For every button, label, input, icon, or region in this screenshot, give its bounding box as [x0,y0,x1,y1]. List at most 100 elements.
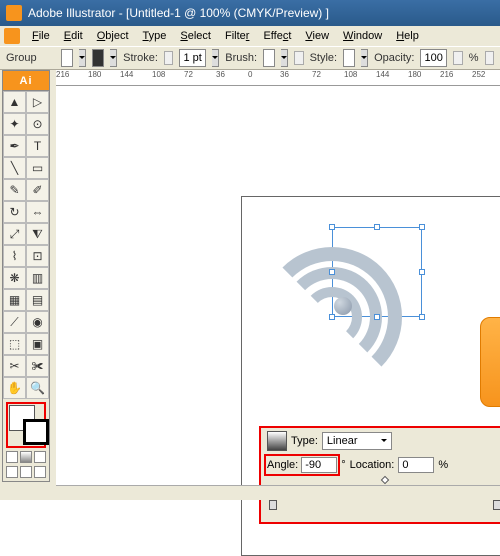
brush-dropdown[interactable] [281,49,288,67]
opacity-value[interactable]: 100 [420,49,447,67]
handle-tl[interactable] [329,224,335,230]
gradient-stop-left[interactable] [269,500,277,510]
gradient-stop-right[interactable] [493,500,500,510]
canvas-area[interactable]: Type: Linear Angle: -90 ° Location: 0 % [56,86,500,500]
angle-label: Angle: [267,459,298,471]
blend-tool[interactable]: ◉ [26,311,49,333]
menu-edit[interactable]: Edit [58,28,89,44]
stroke-box[interactable] [23,419,49,445]
stroke-pt-dropdown[interactable] [212,49,219,67]
handle-bm[interactable] [374,314,380,320]
gradient-mode-btn[interactable] [20,451,32,463]
menu-window[interactable]: Window [337,28,388,44]
rotate-tool[interactable]: ↻ [3,201,26,223]
zoom-tool[interactable]: 🔍 [26,377,49,399]
ruler-tick: 216 [440,70,453,79]
menu-bar: File Edit Object Type Select Filter Effe… [0,26,500,46]
rectangle-tool[interactable]: ▭ [26,157,49,179]
handle-ml[interactable] [329,269,335,275]
options-bar: Group Stroke: 1 pt Brush: Style: Opacity… [0,46,500,70]
graph-tool[interactable]: ▥ [26,267,49,289]
handle-mr[interactable] [419,269,425,275]
hand-tool[interactable]: ✋ [3,377,26,399]
direct-selection-tool[interactable]: ▷ [26,91,49,113]
selected-rss-object[interactable] [332,227,422,317]
none-mode-btn[interactable] [34,451,46,463]
ruler-horizontal: 216180144108723603672108144180216252288 [56,70,500,86]
eyedropper-tool[interactable]: ⟋ [3,311,26,333]
artboard: Type: Linear Angle: -90 ° Location: 0 % [241,196,500,556]
stroke-stepper[interactable] [164,51,174,65]
ruler-tick: 36 [280,70,289,79]
mesh-tool[interactable]: ▦ [3,289,26,311]
screen-mode-1[interactable] [6,466,18,478]
menu-type[interactable]: Type [137,28,173,44]
screen-mode-3[interactable] [34,466,46,478]
handle-br[interactable] [419,314,425,320]
menu-file[interactable]: File [26,28,56,44]
pencil-tool[interactable]: ✐ [26,179,49,201]
shear-tool[interactable]: ⧨ [26,223,49,245]
brush-opt-icon[interactable] [294,51,304,65]
horizontal-scrollbar[interactable] [56,485,500,500]
stroke-label: Stroke: [123,52,158,64]
menu-object[interactable]: Object [91,28,135,44]
percent-symbol: % [438,459,448,471]
handle-tm[interactable] [374,224,380,230]
lasso-tool[interactable]: ⊙ [26,113,49,135]
style-label: Style: [310,52,338,64]
location-input[interactable]: 0 [398,457,434,473]
reflect-tool[interactable]: ⇔ [26,201,49,223]
ruler-tick: 36 [216,70,225,79]
degree-symbol: ° [341,459,345,471]
midpoint-diamond[interactable] [381,476,389,484]
ruler-tick: 72 [312,70,321,79]
live-paint-tool[interactable]: ⬚ [3,333,26,355]
screen-mode-2[interactable] [20,466,32,478]
menu-help[interactable]: Help [390,28,425,44]
magic-wand-tool[interactable]: ✦ [3,113,26,135]
line-tool[interactable]: ╲ [3,157,26,179]
ruler-tick: 144 [376,70,389,79]
handle-bl[interactable] [329,314,335,320]
app-icon [6,5,22,21]
fill-swatch[interactable] [61,49,73,67]
color-mode-btn[interactable] [6,451,18,463]
fill-stroke-control[interactable] [9,405,49,445]
menu-view[interactable]: View [299,28,335,44]
free-transform-tool[interactable]: ⊡ [26,245,49,267]
handle-tr[interactable] [419,224,425,230]
fill-dropdown[interactable] [79,49,86,67]
doc-setup-icon[interactable] [485,51,495,65]
type-label: Type: [291,435,318,447]
gradient-panel[interactable]: Type: Linear Angle: -90 ° Location: 0 % [260,427,500,523]
gradient-tool[interactable]: ▤ [26,289,49,311]
style-dropdown[interactable] [361,49,368,67]
opacity-stepper[interactable] [453,51,463,65]
live-paint-selection-tool[interactable]: ▣ [26,333,49,355]
pen-tool[interactable]: ✒ [3,135,26,157]
gradient-preview-swatch[interactable] [267,431,287,451]
stroke-value[interactable]: 1 pt [179,49,206,67]
menu-select[interactable]: Select [174,28,217,44]
gradient-type-select[interactable]: Linear [322,432,392,450]
style-swatch[interactable] [343,49,355,67]
slice-tool[interactable]: ✂ [3,355,26,377]
scale-tool[interactable]: ⤢ [3,223,26,245]
selection-tool[interactable]: ▲ [3,91,26,113]
paintbrush-tool[interactable]: ✎ [3,179,26,201]
scissors-tool[interactable]: ✀ [26,355,49,377]
brush-label: Brush: [225,52,257,64]
type-tool[interactable]: T [26,135,49,157]
stroke-dropdown[interactable] [110,49,117,67]
menu-filter[interactable]: Filter [219,28,255,44]
stroke-swatch[interactable] [92,49,104,67]
ruler-tick: 0 [248,70,252,79]
angle-input[interactable]: -90 [301,457,337,473]
menu-effect[interactable]: Effect [257,28,297,44]
symbol-sprayer-tool[interactable]: ❋ [3,267,26,289]
warp-tool[interactable]: ⌇ [3,245,26,267]
brush-swatch[interactable] [263,49,275,67]
toolbox: Ai ▲▷ ✦⊙ ✒T ╲▭ ✎✐ ↻⇔ ⤢⧨ ⌇⊡ ❋▥ ▦▤ ⟋◉ ⬚▣ ✂… [2,70,50,482]
orange-rectangle [480,317,500,407]
